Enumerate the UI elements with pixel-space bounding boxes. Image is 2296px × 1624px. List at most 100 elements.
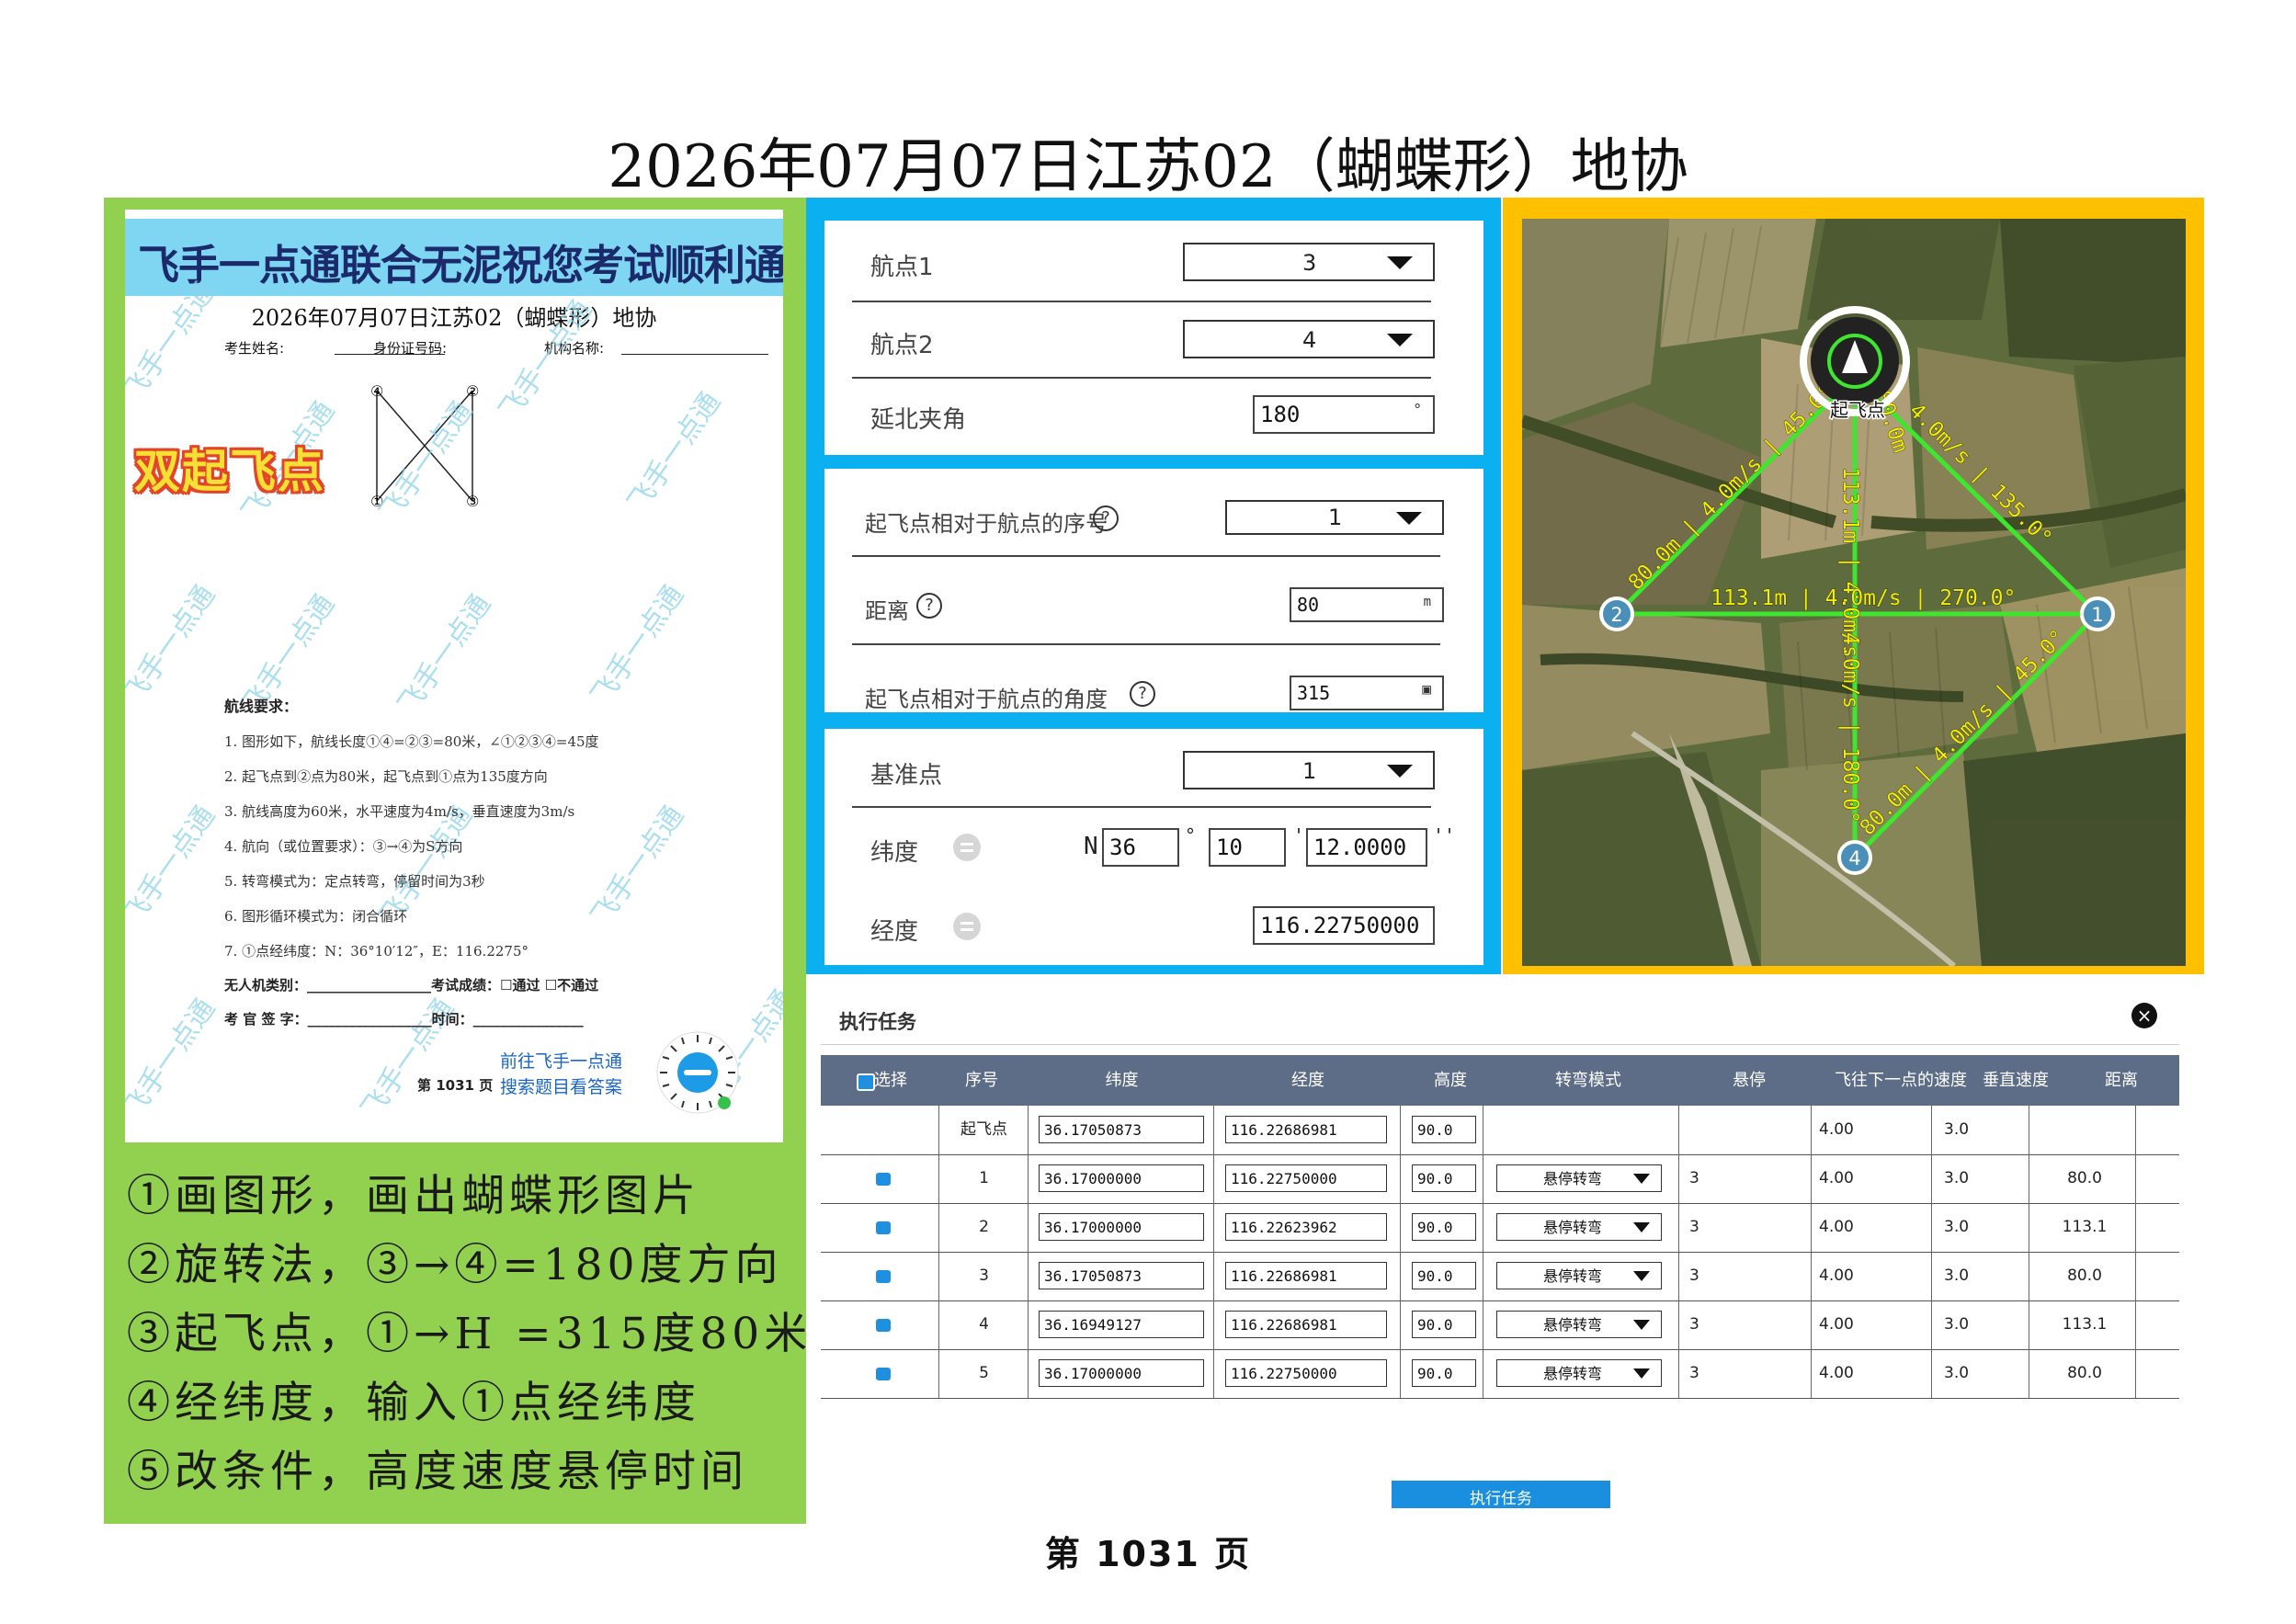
row-latitude-input[interactable]: 36.17000000 (1039, 1164, 1204, 1192)
row-turn-mode-select[interactable]: 悬停转弯 (1496, 1262, 1662, 1289)
row-longitude-input[interactable]: 116.22750000 (1225, 1359, 1387, 1387)
row-seq: 4 (979, 1315, 989, 1334)
row-turn-mode: 悬停转弯 (1543, 1365, 1603, 1382)
row-checkbox[interactable] (876, 1173, 891, 1186)
row-distance: 113.1 (2062, 1315, 2108, 1334)
step-3: ③起飞点，①→H =315度80米 (127, 1309, 813, 1359)
help-icon[interactable]: ? (1130, 681, 1155, 707)
watermark: 飞手一点通 (125, 993, 222, 1125)
requirement-item: 7. ①点经纬度：N：36°10′12″，E：116.2275° (224, 943, 529, 960)
lock-toggle-icon[interactable] (953, 913, 981, 940)
examiner-line: 考 官 签 字：__________________时间：___________… (224, 1011, 584, 1028)
latitude-label: 纬度 (870, 839, 919, 867)
row-altitude-input[interactable]: 90.0 (1412, 1213, 1476, 1241)
row-checkbox[interactable] (876, 1221, 891, 1234)
row-longitude-input[interactable]: 116.22750000 (1225, 1164, 1387, 1192)
step-4: ④经纬度，输入①点经纬度 (127, 1378, 700, 1428)
row-turn-mode: 悬停转弯 (1543, 1316, 1603, 1334)
row-turn-mode-select[interactable]: 悬停转弯 (1496, 1359, 1662, 1387)
dropdown-arrow-icon (1387, 765, 1413, 778)
row-vspeed: 3.0 (1944, 1120, 1970, 1139)
task-dialog: 执行任务 × 选择 序号 纬度 经度 高度 转弯模式 悬停 飞往下一点的速度 垂… (821, 991, 2179, 1505)
qr-caption: 搜索题目看答案 (500, 1077, 623, 1097)
execute-task-button[interactable]: 执行任务 (1392, 1481, 1610, 1508)
close-icon[interactable]: × (2131, 1003, 2157, 1028)
watermark: 飞手一点通 (125, 800, 222, 932)
help-icon[interactable]: ? (916, 593, 942, 619)
row-altitude-input[interactable]: 90.0 (1412, 1262, 1476, 1289)
row-seq: 2 (979, 1218, 989, 1236)
row-longitude-input[interactable]: 116.22623962 (1225, 1213, 1387, 1241)
row-hover: 3 (1689, 1364, 1699, 1382)
step-2: ②旋转法，③→④=180度方向 (127, 1240, 783, 1290)
help-icon[interactable]: ? (1093, 505, 1119, 531)
row-altitude-input[interactable]: 90.0 (1412, 1164, 1476, 1192)
dropdown-arrow-icon (1387, 256, 1413, 269)
row-longitude-input[interactable]: 116.22686981 (1225, 1116, 1387, 1143)
north-angle-input[interactable]: 180 ° (1253, 395, 1435, 434)
save-icon[interactable]: ▣ (1422, 680, 1431, 698)
minute-symbol: ' (1293, 824, 1305, 846)
task-table-header: 选择 序号 纬度 经度 高度 转弯模式 悬停 飞往下一点的速度 垂直速度 距离 (821, 1055, 2179, 1106)
latitude-second-input[interactable]: 12.0000 (1306, 828, 1427, 867)
waypoint-4-marker: 4 (1837, 840, 1872, 875)
map-canvas: 80.0m | 4.0m/s | 45.0° 4.0m/s | 135.0° 8… (1522, 219, 2186, 966)
row-checkbox[interactable] (876, 1368, 891, 1380)
waypoint-4-label: 4 (1848, 847, 1860, 869)
takeoff-angle-input[interactable]: 315 ▣ (1290, 676, 1444, 710)
task-dialog-header: 执行任务 × (821, 991, 2179, 1045)
row-seq: 1 (979, 1169, 989, 1187)
row-latitude-input[interactable]: 36.17050873 (1039, 1116, 1204, 1143)
watermark: 飞手一点通 (125, 579, 222, 711)
row-checkbox[interactable] (876, 1319, 891, 1332)
lock-toggle-icon[interactable] (953, 834, 981, 861)
row-turn-mode-select[interactable]: 悬停转弯 (1496, 1164, 1662, 1192)
dropdown-arrow-icon (1633, 1368, 1650, 1379)
row-turn-mode-select[interactable]: 悬停转弯 (1496, 1213, 1662, 1241)
exam-field-id: 身份证号码: (373, 340, 448, 357)
row-latitude-input[interactable]: 36.17050873 (1039, 1262, 1204, 1289)
takeoff-index-select[interactable]: 1 (1225, 500, 1444, 535)
diagram-label-2: ② (466, 382, 479, 400)
row-checkbox[interactable] (876, 1270, 891, 1283)
step-1: ①画图形，画出蝴蝶形图片 (127, 1171, 700, 1221)
waypoint1-value: 3 (1302, 250, 1317, 276)
settings-panel: 航点1 3 航点2 4 延北夹角 180 ° 起飞点相对于航点的序号 ? 1 距离… (806, 198, 1501, 974)
latitude-degree-input[interactable]: 36 (1102, 828, 1179, 867)
row-vspeed: 3.0 (1944, 1218, 1970, 1236)
row-latitude-input[interactable]: 36.17000000 (1039, 1359, 1204, 1387)
col-select: 选择 (874, 1071, 907, 1090)
row-longitude-input[interactable]: 116.22686981 (1225, 1262, 1387, 1289)
dropdown-arrow-icon (1633, 1271, 1650, 1281)
takeoff-angle-value: 315 (1297, 682, 1331, 704)
select-all-checkbox[interactable] (857, 1073, 875, 1091)
row-altitude-input[interactable]: 90.0 (1412, 1311, 1476, 1338)
dropdown-arrow-icon (1396, 512, 1422, 525)
row-altitude-input[interactable]: 90.0 (1412, 1359, 1476, 1387)
row-turn-mode: 悬停转弯 (1543, 1267, 1603, 1285)
row-hover: 3 (1689, 1266, 1699, 1285)
row-latitude-input[interactable]: 36.16949127 (1039, 1311, 1204, 1338)
row-hover: 3 (1689, 1169, 1699, 1187)
row-latitude-input[interactable]: 36.17000000 (1039, 1213, 1204, 1241)
requirement-item: 6. 图形循环模式为：闭合循环 (224, 908, 408, 925)
qr-caption: 前往飞手一点通 (500, 1051, 623, 1072)
route-label: 4.0m/s | 180.0° (1838, 632, 1862, 823)
distance-input[interactable]: 80 m (1290, 587, 1444, 622)
takeoff-label: 起飞点 (1830, 399, 1885, 421)
requirement-item: 1. 图形如下，航线长度①④=②③=80米，∠①②③④=45度 (224, 733, 599, 750)
waypoint2-select[interactable]: 4 (1183, 320, 1435, 358)
latitude-minute-input[interactable]: 10 (1209, 828, 1286, 867)
waypoint1-select[interactable]: 3 (1183, 243, 1435, 281)
row-longitude-input[interactable]: 116.22686981 (1225, 1311, 1387, 1338)
takeoff-angle-label: 起飞点相对于航点的角度 (865, 687, 1108, 712)
row-altitude-input[interactable]: 90.0 (1412, 1116, 1476, 1143)
satellite-map[interactable]: 80.0m | 4.0m/s | 45.0° 4.0m/s | 135.0° 8… (1522, 219, 2186, 966)
col-vspeed: 垂直速度 (1983, 1071, 2049, 1090)
reference-select[interactable]: 1 (1183, 751, 1435, 789)
step-5: ⑤改条件，高度速度悬停时间 (127, 1447, 748, 1497)
longitude-input[interactable]: 116.22750000 (1253, 906, 1435, 945)
row-turn-mode-select[interactable]: 悬停转弯 (1496, 1311, 1662, 1338)
row-speed: 4.00 (1819, 1120, 1854, 1139)
diagram-label-4: ④ (370, 382, 383, 400)
